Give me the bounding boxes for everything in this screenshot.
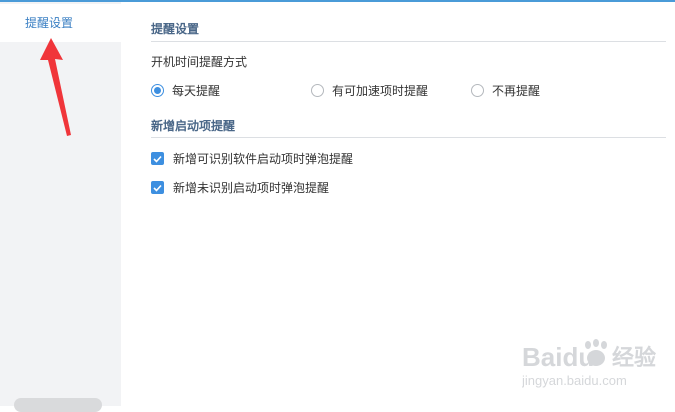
svg-text:jingyan.baidu.com: jingyan.baidu.com [522, 373, 627, 388]
svg-text:Baidu: Baidu [522, 342, 594, 372]
checkbox-unknown-startup-popup[interactable]: 新增未识别启动项时弹泡提醒 [151, 179, 329, 196]
sidebar-item-label: 提醒设置 [25, 16, 74, 30]
radio-unselected-icon [471, 84, 484, 97]
radio-label: 每天提醒 [172, 84, 221, 98]
radio-selected-icon [151, 84, 164, 97]
radio-label: 有可加速项时提醒 [332, 84, 429, 98]
radio-label: 不再提醒 [492, 84, 541, 98]
checkbox-checked-icon [151, 181, 164, 194]
checkbox-label: 新增未识别启动项时弹泡提醒 [173, 181, 330, 195]
red-arrow-annotation [40, 38, 71, 136]
radio-daily-reminder[interactable]: 每天提醒 [151, 82, 220, 99]
section-divider [151, 137, 666, 138]
sidebar-item-reminder-settings[interactable]: 提醒设置 [0, 4, 121, 42]
radio-unselected-icon [311, 84, 324, 97]
svg-text:经验: 经验 [612, 345, 656, 371]
baidu-jingyan-watermark: Baidu 经验 jingyan.baidu.com [521, 338, 670, 393]
checkbox-checked-icon [151, 152, 164, 165]
radio-never-remind[interactable]: 不再提醒 [471, 82, 540, 99]
section-title-new-startup: 新增启动项提醒 [151, 119, 236, 133]
section-title-reminder: 提醒设置 [151, 22, 200, 36]
startup-reminder-mode-label: 开机时间提醒方式 [151, 55, 248, 69]
checkbox-label: 新增可识别软件启动项时弹泡提醒 [173, 152, 354, 166]
section-divider [151, 41, 666, 42]
checkbox-known-startup-popup[interactable]: 新增可识别软件启动项时弹泡提醒 [151, 150, 353, 167]
sidebar-scroll-handle[interactable] [14, 398, 102, 412]
radio-remind-when-speedup[interactable]: 有可加速项时提醒 [311, 82, 428, 99]
